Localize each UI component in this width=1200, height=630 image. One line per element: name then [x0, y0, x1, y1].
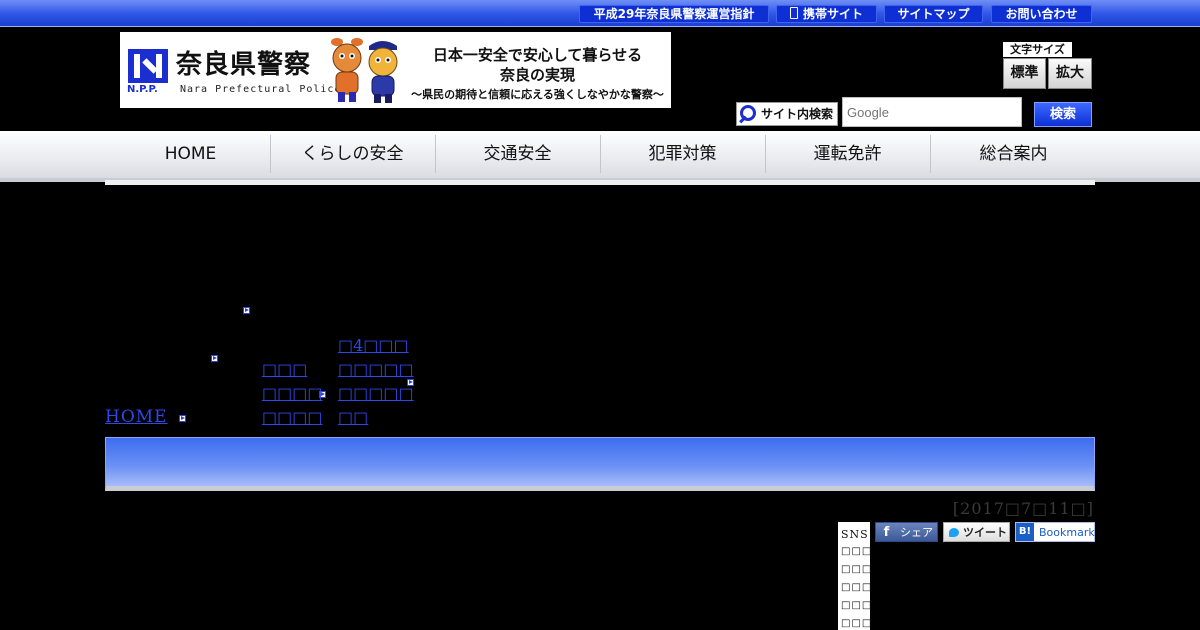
twitter-bird-icon [949, 528, 959, 537]
facebook-share-button[interactable]: f シェア [875, 522, 938, 542]
font-size-standard-button[interactable]: 標準 [1003, 58, 1046, 89]
operating-policy-label: 平成29年奈良県警察運営指針 [593, 7, 755, 21]
contact-link[interactable]: お問い合わせ [991, 5, 1092, 23]
twitter-tweet-label: ツイート [963, 526, 1007, 539]
slogan-line-2: 奈良の実現 [499, 66, 575, 84]
font-size-large-button[interactable]: 拡大 [1048, 58, 1092, 89]
site-search-label: サイト内検索 [736, 102, 838, 126]
nav-drivers-license[interactable]: 運転免許 [765, 131, 930, 178]
nav-general-info[interactable]: 総合案内 [931, 131, 1096, 178]
operating-policy-link[interactable]: 平成29年奈良県警察運営指針 [579, 5, 769, 23]
main-navigation: HOME くらしの安全 交通安全 犯罪対策 運転免許 総合案内 [0, 131, 1200, 182]
mobile-site-link[interactable]: 携帯サイト [776, 5, 877, 23]
breadcrumb-item-2-line2[interactable]: □□□□ [262, 384, 322, 403]
sns-text-row: □□□ [841, 600, 873, 611]
logo-abbreviation: N.P.P. [127, 84, 158, 95]
mobile-phone-icon [789, 7, 798, 19]
top-utility-bar: 平成29年奈良県警察運営指針 携帯サイト サイトマップ お問い合わせ [0, 0, 1200, 27]
publish-date: [2017□7□11□] [952, 499, 1094, 518]
nav-living-safety[interactable]: くらしの安全 [270, 131, 435, 178]
contact-label: お問い合わせ [1005, 7, 1078, 21]
site-title: 奈良県警察 [176, 50, 312, 80]
sns-text-row: □□□ [841, 546, 873, 557]
search-button[interactable]: 検索 [1034, 102, 1092, 127]
sns-title: SNS [841, 528, 869, 541]
hatena-bookmark-icon: B! [1016, 523, 1034, 541]
page-title-panel [105, 437, 1095, 491]
breadcrumb-item-2-line1[interactable]: □□□ [262, 360, 307, 379]
facebook-share-label: シェア [900, 526, 933, 539]
nav-underline-divider [105, 180, 1095, 185]
mobile-site-label: 携帯サイト [802, 7, 863, 21]
sns-text-row: □□□ [841, 618, 873, 629]
site-title-english: Nara Prefectural Police [180, 84, 342, 95]
slogan-line-3: ～県民の期待と信頼に応える強くしなやかな警察～ [411, 88, 664, 101]
breadcrumb-item-2-line3[interactable]: □□□□ [262, 408, 322, 427]
site-header-banner[interactable]: N.P.P. 奈良県警察 Nara Prefectural Police 日本一… [120, 32, 671, 108]
breadcrumb-item-3-line3[interactable]: □□□□□ [338, 384, 414, 403]
slogan-line-1: 日本一安全で安心して暮らせる [432, 46, 643, 64]
npp-logo-icon [128, 49, 168, 83]
breadcrumb-arrow-icon [179, 415, 186, 422]
sns-text-row: □□□ [841, 564, 873, 575]
facebook-icon: f [883, 525, 890, 540]
sns-box: SNS □□□ □□□ □□□ □□□ □□□ [838, 522, 873, 630]
mascot-illustration-icon [331, 38, 398, 103]
sns-text-row: □□□ [841, 582, 873, 593]
sitemap-label: サイトマップ [897, 7, 970, 21]
site-search-label-text: サイト内検索 [761, 107, 834, 121]
breadcrumb-item-3-line1[interactable]: □4□□□ [338, 336, 409, 355]
twitter-tweet-button[interactable]: ツイート [943, 522, 1010, 542]
breadcrumb-item-3-line2[interactable]: □□□□□ [338, 360, 414, 379]
nav-home[interactable]: HOME [108, 131, 273, 178]
breadcrumb-home[interactable]: HOME [105, 407, 168, 427]
sitemap-link[interactable]: サイトマップ [884, 5, 983, 23]
nav-traffic-safety[interactable]: 交通安全 [435, 131, 600, 178]
breadcrumb-arrow-icon [243, 307, 250, 314]
nav-crime-prevention[interactable]: 犯罪対策 [600, 131, 765, 178]
hatena-bookmark-label: Bookmark [1039, 526, 1095, 539]
breadcrumb-item-3-line4[interactable]: □□ [338, 408, 368, 427]
breadcrumb-arrow-icon [211, 355, 218, 362]
hatena-bookmark-button[interactable]: B! Bookmark [1015, 522, 1095, 542]
font-size-label: 文字サイズ [1003, 42, 1072, 57]
search-input[interactable] [842, 97, 1022, 127]
